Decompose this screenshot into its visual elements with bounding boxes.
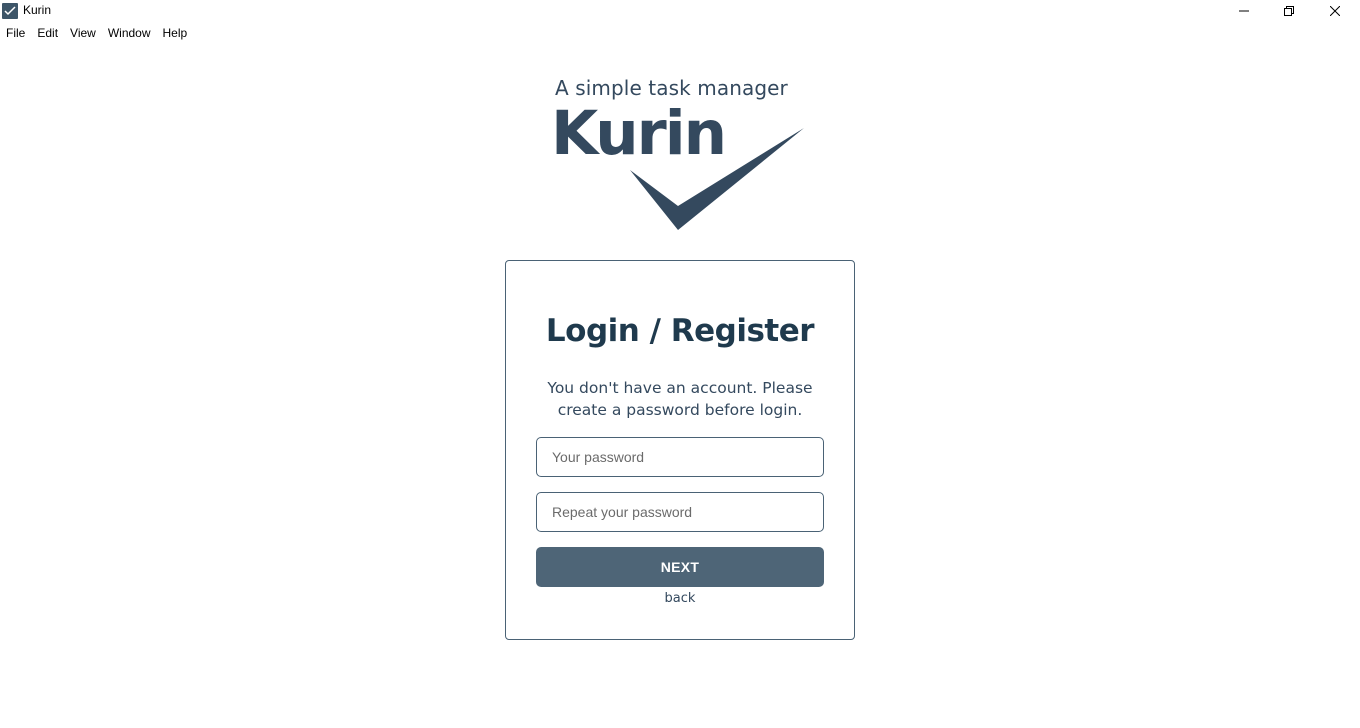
back-link[interactable]: back bbox=[506, 591, 854, 606]
minimize-button[interactable] bbox=[1221, 0, 1267, 22]
menu-help[interactable]: Help bbox=[157, 23, 194, 43]
title-bar: Kurin bbox=[0, 0, 1360, 22]
menu-bar: File Edit View Window Help bbox=[0, 23, 193, 43]
minimize-icon bbox=[1239, 10, 1249, 12]
repeat-password-input[interactable] bbox=[536, 492, 824, 532]
close-icon bbox=[1330, 6, 1340, 16]
menu-view[interactable]: View bbox=[64, 23, 102, 43]
menu-edit[interactable]: Edit bbox=[31, 23, 64, 43]
window-title: Kurin bbox=[23, 3, 52, 17]
password-input[interactable] bbox=[536, 437, 824, 477]
menu-window[interactable]: Window bbox=[102, 23, 157, 43]
close-button[interactable] bbox=[1312, 0, 1358, 22]
page-title: Login / Register bbox=[545, 313, 815, 349]
menu-file[interactable]: File bbox=[0, 23, 31, 43]
next-button[interactable]: NEXT bbox=[536, 547, 824, 587]
login-card: Login / Register You don't have an accou… bbox=[505, 260, 855, 640]
app-icon bbox=[2, 3, 18, 19]
logo-tagline: A simple task manager bbox=[555, 76, 788, 100]
maximize-icon bbox=[1284, 6, 1294, 16]
maximize-button[interactable] bbox=[1266, 0, 1312, 22]
checkmark-icon bbox=[630, 128, 804, 230]
info-message: You don't have an account. Please create… bbox=[547, 379, 813, 419]
